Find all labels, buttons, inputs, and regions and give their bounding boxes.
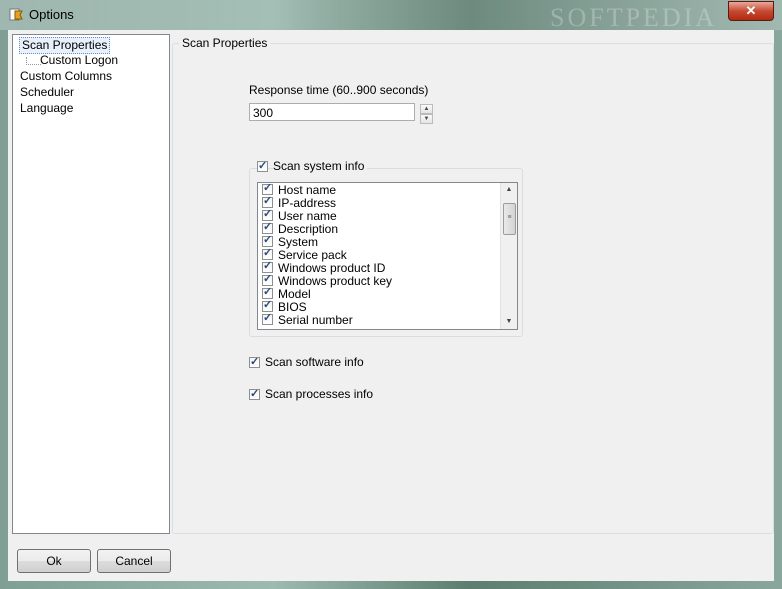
title-bar[interactable]: Options SOFTPEDIA ✕ [0, 0, 782, 32]
tree-item-language[interactable]: Language [20, 101, 73, 116]
system-item-checkbox[interactable] [262, 234, 273, 248]
tree-item-custom-columns[interactable]: Custom Columns [20, 69, 112, 84]
system-item-label: Windows product key [278, 274, 393, 288]
options-window: Options SOFTPEDIA ✕ Scan Properties Cust… [0, 0, 782, 589]
scan-system-checkbox[interactable] [257, 159, 268, 172]
system-items-list[interactable]: Host nameIP-addressUser nameDescriptionS… [257, 182, 518, 330]
spin-up-icon[interactable]: ▲ [420, 104, 433, 114]
scan-processes-checkbox[interactable] [249, 387, 260, 400]
system-item-checkbox[interactable] [262, 195, 273, 209]
system-item-label: Windows product ID [278, 261, 386, 275]
client-area: Scan Properties Custom Logon Custom Colu… [8, 30, 774, 581]
system-item-label: Serial number [278, 313, 353, 327]
cancel-button[interactable]: Cancel [97, 549, 171, 573]
system-item-label: Service pack [278, 248, 347, 262]
system-item-label: Host name [278, 183, 337, 197]
ok-button[interactable]: Ok [17, 549, 91, 573]
system-item-checkbox[interactable] [262, 183, 273, 196]
system-item-label: IP-address [278, 196, 337, 210]
scan-processes-label[interactable]: Scan processes info [265, 387, 373, 401]
options-tree[interactable]: Scan Properties Custom Logon Custom Colu… [12, 34, 170, 534]
tree-connector [26, 57, 41, 65]
system-item-checkbox[interactable] [262, 247, 273, 261]
system-item-label: Model [278, 287, 311, 301]
system-item-checkbox[interactable] [262, 273, 273, 287]
scan-software-label[interactable]: Scan software info [265, 355, 364, 369]
scroll-up-icon[interactable]: ▲ [501, 183, 517, 197]
response-time-spinner[interactable]: ▲ ▼ [420, 104, 433, 124]
system-item-label: System [278, 235, 319, 249]
window-title: Options [29, 7, 74, 22]
system-item-checkbox[interactable] [262, 286, 273, 300]
tree-item-custom-logon[interactable]: Custom Logon [40, 53, 118, 68]
system-item-label: BIOS [278, 300, 307, 314]
response-time-input[interactable]: 300 [249, 103, 415, 121]
system-item-checkbox[interactable] [262, 208, 273, 222]
app-icon [9, 8, 23, 21]
system-item-checkbox[interactable] [262, 221, 273, 235]
scan-software-checkbox[interactable] [249, 355, 260, 368]
settings-panel: Scan Properties Response time (60..900 s… [172, 34, 774, 534]
watermark: SOFTPEDIA [550, 3, 718, 32]
scan-system-label: Scan system info [273, 159, 368, 173]
system-item-checkbox[interactable] [262, 312, 273, 326]
tree-item-scheduler[interactable]: Scheduler [20, 85, 74, 100]
group-title: Scan Properties [179, 36, 271, 50]
system-item-checkbox[interactable] [262, 260, 273, 274]
system-item-label: User name [278, 209, 337, 223]
list-scrollbar[interactable]: ▲ ≡ ▼ [500, 183, 517, 329]
response-time-label: Response time (60..900 seconds) [249, 83, 429, 97]
tree-item-scan-properties[interactable]: Scan Properties [19, 37, 111, 54]
scroll-thumb[interactable]: ≡ [503, 203, 516, 235]
system-item-row[interactable]: Serial number [262, 312, 353, 327]
close-icon: ✕ [745, 3, 757, 18]
scroll-down-icon[interactable]: ▼ [501, 315, 517, 329]
system-item-label: Description [278, 222, 339, 236]
spin-down-icon[interactable]: ▼ [420, 114, 433, 124]
system-item-checkbox[interactable] [262, 299, 273, 313]
close-button[interactable]: ✕ [728, 1, 774, 21]
